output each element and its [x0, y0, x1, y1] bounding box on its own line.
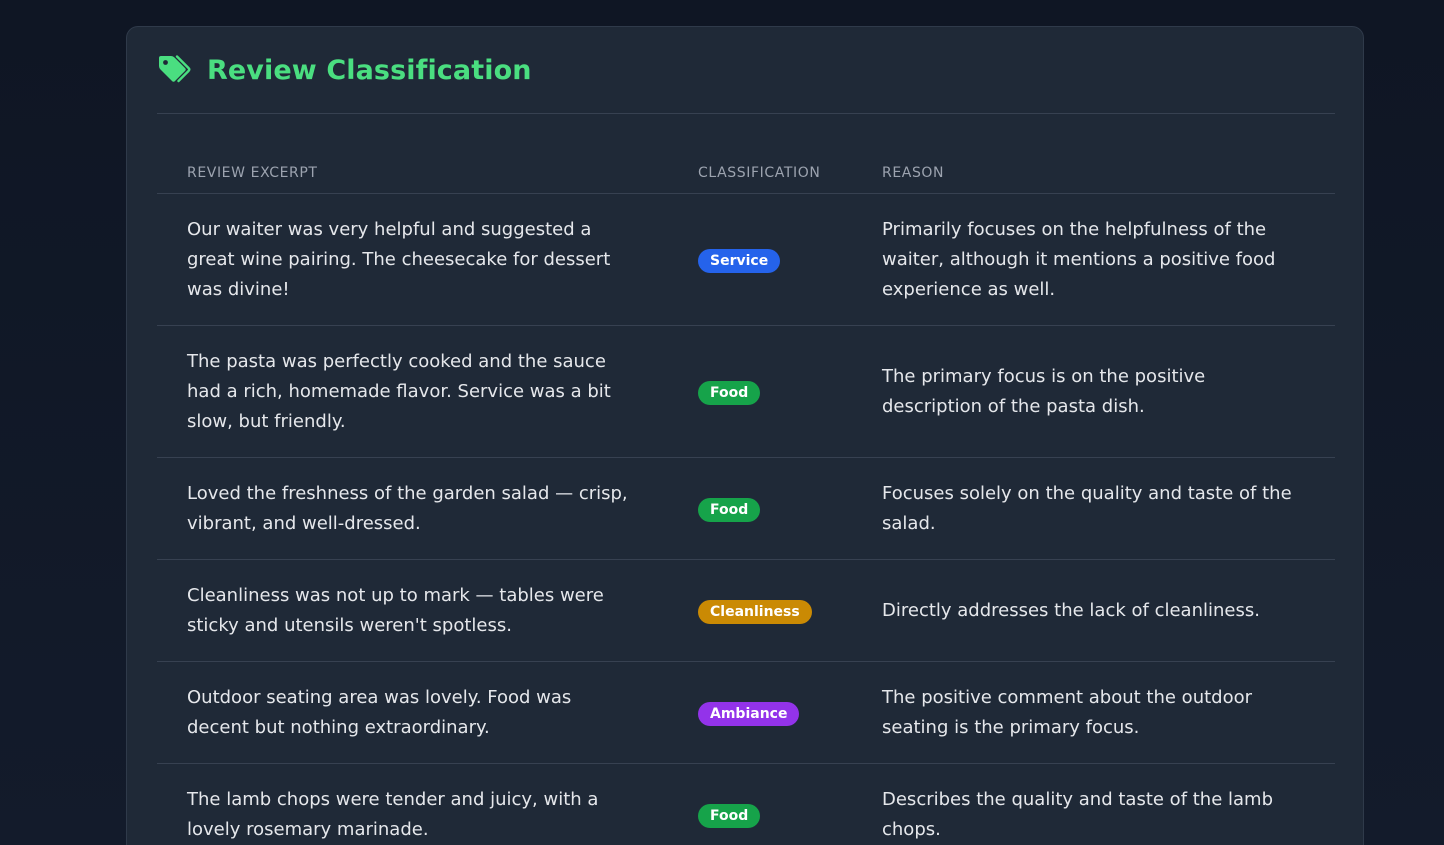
table-row: Cleanliness was not up to mark — tables … — [157, 559, 1335, 662]
review-excerpt: Loved the freshness of the garden salad … — [157, 457, 668, 560]
classification-reason: Primarily focuses on the helpfulness of … — [852, 193, 1335, 326]
classification-reason: Describes the quality and taste of the l… — [852, 763, 1335, 845]
page-title: Review Classification — [207, 54, 532, 86]
classification-reason: Focuses solely on the quality and taste … — [852, 457, 1335, 560]
table-header-row: Review Excerpt Classification Reason — [157, 153, 1335, 194]
review-excerpt: The pasta was perfectly cooked and the s… — [157, 325, 668, 458]
classification-cell: Service — [668, 193, 852, 326]
classification-cell: Food — [668, 763, 852, 845]
classification-cell: Cleanliness — [668, 559, 852, 662]
classification-cell: Food — [668, 457, 852, 560]
review-table: Review Excerpt Classification Reason Our… — [157, 153, 1335, 845]
classification-badge: Cleanliness — [698, 600, 812, 624]
column-header-reason: Reason — [852, 153, 1335, 194]
table-row: Loved the freshness of the garden salad … — [157, 457, 1335, 560]
page: Review Classification Review Excerpt Cla… — [0, 0, 1444, 845]
review-excerpt: Outdoor seating area was lovely. Food wa… — [157, 661, 668, 764]
classification-badge: Food — [698, 804, 761, 828]
review-excerpt: The lamb chops were tender and juicy, wi… — [157, 763, 668, 845]
classification-badge: Food — [698, 498, 761, 522]
classification-badge: Food — [698, 381, 761, 405]
classification-reason: The primary focus is on the positive des… — [852, 325, 1335, 458]
table-row: The lamb chops were tender and juicy, wi… — [157, 763, 1335, 845]
classification-cell: Food — [668, 325, 852, 458]
table-row: Outdoor seating area was lovely. Food wa… — [157, 661, 1335, 764]
tag-icon — [157, 53, 191, 87]
column-header-classification: Classification — [668, 153, 852, 194]
column-header-excerpt: Review Excerpt — [157, 153, 668, 194]
review-excerpt: Cleanliness was not up to mark — tables … — [157, 559, 668, 662]
classification-badge: Service — [698, 249, 781, 273]
table-row: The pasta was perfectly cooked and the s… — [157, 325, 1335, 458]
review-excerpt: Our waiter was very helpful and suggeste… — [157, 193, 668, 326]
classification-reason: Directly addresses the lack of cleanline… — [852, 559, 1335, 662]
review-classification-card: Review Classification Review Excerpt Cla… — [126, 26, 1364, 845]
classification-reason: The positive comment about the outdoor s… — [852, 661, 1335, 764]
card-header: Review Classification — [157, 27, 1335, 114]
classification-badge: Ambiance — [698, 702, 800, 726]
classification-cell: Ambiance — [668, 661, 852, 764]
table-row: Our waiter was very helpful and suggeste… — [157, 193, 1335, 326]
